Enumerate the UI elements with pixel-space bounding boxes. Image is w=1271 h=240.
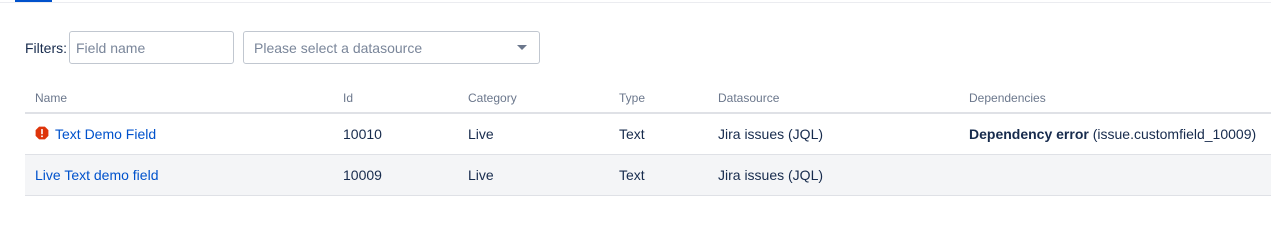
header-category[interactable]: Category [458,84,609,114]
header-datasource[interactable]: Datasource [708,84,959,114]
header-name[interactable]: Name [25,84,333,114]
cell-id: 10010 [333,113,458,155]
cell-category: Live [458,154,609,196]
cell-dependencies [959,154,1271,196]
table-header-row: Name Id Category Type Datasource Depende… [25,84,1271,114]
filters-label: Filters: [25,39,67,56]
error-icon [35,126,49,143]
fields-table: Name Id Category Type Datasource Depende… [25,84,1271,196]
cell-datasource: Jira issues (JQL) [708,113,959,155]
tab-divider [0,2,1271,3]
filters-bar: Filters: Please select a datasource [25,31,540,64]
cell-id: 10009 [333,154,458,196]
datasource-select[interactable]: Please select a datasource [243,31,540,64]
cell-name: Live Text demo field [25,154,333,196]
dependency-error-label: Dependency error [969,126,1089,142]
cell-category: Live [458,113,609,155]
cell-dependencies: Dependency error (issue.customfield_1000… [959,113,1271,155]
header-type[interactable]: Type [609,84,708,114]
field-link[interactable]: Text Demo Field [55,126,156,142]
table-row: Live Text demo field 10009 Live Text Jir… [25,154,1271,196]
dependency-detail: (issue.customfield_10009) [1092,126,1257,142]
field-link[interactable]: Live Text demo field [35,167,158,183]
table-row: Text Demo Field 10010 Live Text Jira iss… [25,113,1271,155]
field-name-input[interactable] [69,31,234,64]
header-id[interactable]: Id [333,84,458,114]
cell-datasource: Jira issues (JQL) [708,154,959,196]
cell-name: Text Demo Field [25,113,333,155]
datasource-select-placeholder: Please select a datasource [254,39,423,56]
cell-type: Text [609,154,708,196]
cell-type: Text [609,113,708,155]
header-dependencies[interactable]: Dependencies [959,84,1271,114]
chevron-down-icon [517,45,527,50]
